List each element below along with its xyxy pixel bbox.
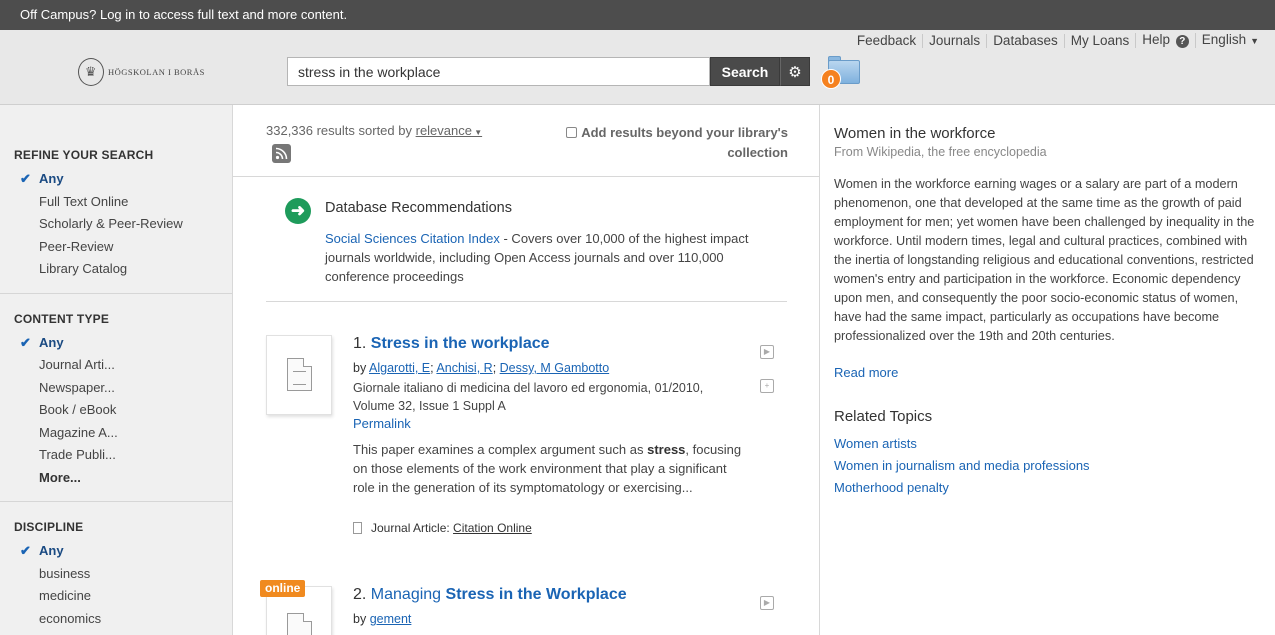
result-thumbnail[interactable]: online [260, 580, 332, 635]
facet-more-link[interactable]: More... [0, 467, 232, 490]
facet-item-book[interactable]: Book / eBook [0, 399, 232, 422]
top-nav: Feedback Journals Databases My Loans Hel… [851, 33, 1265, 48]
read-more-link[interactable]: Read more [834, 365, 898, 380]
sort-select[interactable]: relevance ▼ [416, 123, 483, 138]
author-link[interactable]: Algarotti, E [369, 361, 430, 375]
related-topics-title: Related Topics [834, 408, 933, 425]
facet-item-full-text[interactable]: Full Text Online [0, 191, 232, 214]
seal-icon: ♛ [78, 58, 104, 86]
result-title-link[interactable]: Managing Stress in the Workplace [371, 586, 627, 603]
nav-feedback[interactable]: Feedback [851, 33, 922, 48]
offcampus-banner[interactable]: Off Campus? Log in to access full text a… [0, 0, 1275, 30]
gear-icon[interactable]: ⚙ [780, 57, 810, 86]
facet-title: REFINE YOUR SEARCH [14, 148, 154, 162]
database-recommendations: ➜ Database Recommendations Social Scienc… [266, 195, 787, 302]
offcampus-message[interactable]: Off Campus? Log in to access full text a… [20, 7, 347, 22]
facet-item-trade[interactable]: Trade Publi... [0, 444, 232, 467]
facet-item-any[interactable]: ✔ Any [0, 168, 232, 191]
nav-help[interactable]: Help ? [1135, 33, 1195, 48]
result-publication: Giornale italiano di medicina del lavoro… [353, 381, 704, 413]
saved-items-folder[interactable]: 0 [821, 55, 861, 89]
facet-item-library-catalog[interactable]: Library Catalog [0, 258, 232, 281]
checkmark-icon: ✔ [20, 543, 31, 558]
chevron-down-icon: ▼ [1250, 36, 1259, 46]
facet-item-magazine[interactable]: Magazine A... [0, 422, 232, 445]
wiki-source: From Wikipedia, the free encyclopedia [834, 145, 1047, 159]
related-topic-link[interactable]: Women in journalism and media profession… [834, 458, 1090, 473]
facet-refine: REFINE YOUR SEARCH ✔ Any Full Text Online… [0, 105, 232, 294]
wikipedia-panel: Women in the workforce From Wikipedia, t… [821, 105, 1275, 635]
related-topic-link[interactable]: Women artists [834, 436, 917, 451]
document-icon [287, 358, 312, 391]
folder-count-badge: 0 [821, 69, 841, 89]
author-link[interactable]: Dessy, M Gambotto [500, 361, 610, 375]
dbrec-title: Database Recommendations [325, 200, 512, 216]
author-link[interactable]: Anchisi, R [436, 361, 492, 375]
facet-item-journal-article[interactable]: Journal Arti... [0, 354, 232, 377]
document-icon [287, 613, 312, 635]
header: ♛ HÖGSKOLAN I BORÅS Search ⚙ 0 Feedback … [0, 30, 1275, 105]
result-thumbnail[interactable] [266, 335, 332, 415]
facet-item-economics[interactable]: economics [0, 608, 232, 631]
arrow-right-icon: ➜ [285, 198, 311, 224]
facet-content-type: CONTENT TYPE ✔ Any Journal Arti... Newspa… [0, 294, 232, 502]
facet-title: DISCIPLINE [14, 520, 84, 534]
facet-item-peer-review[interactable]: Peer-Review [0, 236, 232, 259]
result-fulltext: Journal Article: Citation Online [353, 521, 532, 535]
facet-item-any[interactable]: ✔ Any [0, 332, 232, 355]
facet-item-scholarly[interactable]: Scholarly & Peer-Review [0, 213, 232, 236]
help-icon: ? [1175, 35, 1189, 48]
result-authors: by gement [353, 612, 412, 626]
dbrec-link[interactable]: Social Sciences Citation Index [325, 231, 500, 246]
search-input[interactable] [287, 57, 710, 86]
results-pane: 332,336 results sorted by relevance ▼ Ad… [233, 105, 820, 635]
add-to-folder-icon[interactable]: + [760, 379, 774, 393]
language-select[interactable]: English ▼ [1194, 33, 1265, 48]
checkbox[interactable] [566, 127, 578, 138]
preview-icon[interactable]: ▶ [760, 596, 774, 610]
preview-icon[interactable]: ▶ [760, 345, 774, 359]
results-header: 332,336 results sorted by relevance ▼ Ad… [233, 105, 819, 177]
result-title-link[interactable]: Stress in the workplace [371, 335, 550, 352]
result-snippet: This paper examines a complex argument s… [353, 442, 742, 495]
permalink-link[interactable]: Permalink [353, 416, 411, 431]
facet-item-newspaper[interactable]: Newspaper... [0, 377, 232, 400]
wiki-body: Women in the workforce earning wages or … [834, 177, 1255, 343]
search-bar: Search ⚙ [287, 57, 810, 86]
results-count: 332,336 results sorted by relevance ▼ [266, 123, 483, 138]
online-badge: online [260, 580, 306, 597]
facet-discipline: DISCIPLINE ✔ Any business medicine econom… [0, 502, 232, 635]
facet-item-any[interactable]: ✔ Any [0, 540, 232, 563]
wiki-title: Women in the workforce [834, 125, 996, 142]
related-topic-link[interactable]: Motherhood penalty [834, 480, 949, 495]
checkmark-icon: ✔ [20, 171, 31, 186]
logo-text: HÖGSKOLAN I BORÅS [108, 67, 205, 77]
nav-journals[interactable]: Journals [922, 33, 986, 48]
result-title: 2. Managing Stress in the Workplace [353, 586, 627, 603]
library-logo[interactable]: ♛ HÖGSKOLAN I BORÅS [78, 58, 205, 86]
search-button[interactable]: Search [710, 57, 780, 86]
rss-icon[interactable] [272, 144, 291, 163]
dbrec-body: Social Sciences Citation Index - Covers … [325, 231, 749, 284]
beyond-collection-toggle[interactable]: Add results beyond your library's collec… [558, 123, 788, 163]
refine-sidebar: REFINE YOUR SEARCH ✔ Any Full Text Online… [0, 105, 233, 635]
nav-databases[interactable]: Databases [986, 33, 1064, 48]
result-authors: by Algarotti, E; Anchisi, R; Dessy, M Ga… [353, 361, 610, 375]
author-link[interactable]: gement [370, 612, 412, 626]
citation-online-link[interactable]: Citation Online [453, 521, 532, 535]
facet-item-business[interactable]: business [0, 563, 232, 586]
nav-my-loans[interactable]: My Loans [1063, 33, 1136, 48]
checkmark-icon: ✔ [20, 334, 31, 350]
result-title: 1. Stress in the workplace [353, 335, 550, 352]
document-icon [353, 522, 362, 534]
facet-title: CONTENT TYPE [14, 311, 110, 326]
facet-item-medicine[interactable]: medicine [0, 585, 232, 608]
